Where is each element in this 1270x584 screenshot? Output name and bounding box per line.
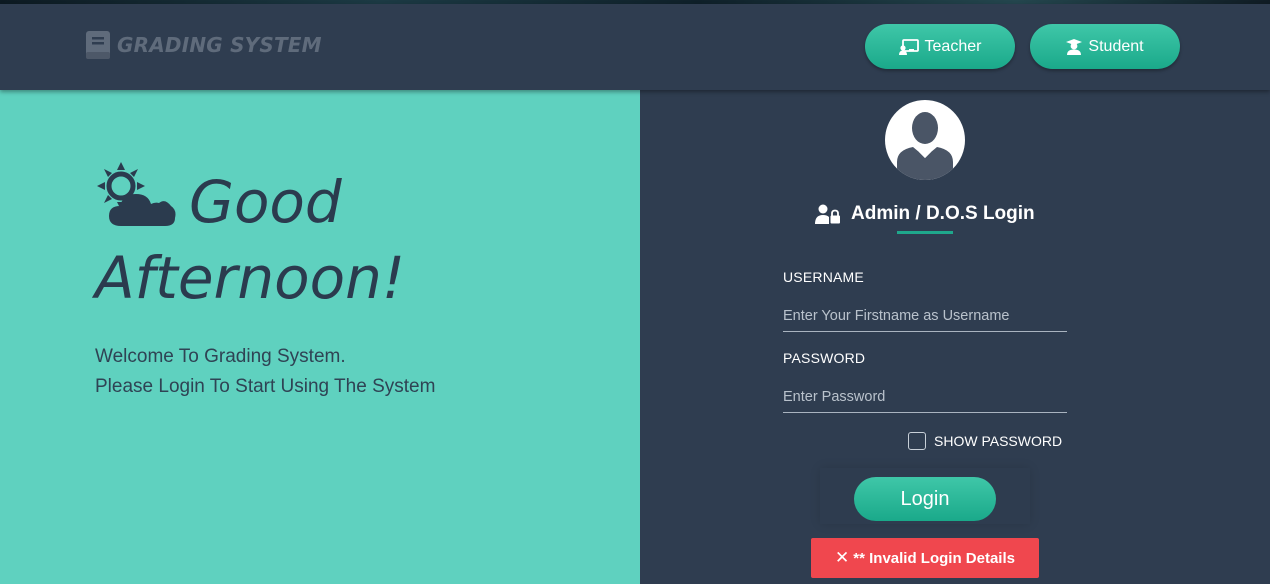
- brand-word-1: GRADING: [117, 33, 223, 57]
- user-silhouette-icon: [897, 112, 953, 180]
- student-button-label: Student: [1088, 37, 1144, 55]
- greeting-word-1: Good: [189, 168, 342, 236]
- close-x-icon: ✕: [835, 548, 850, 567]
- book-icon: [86, 31, 110, 59]
- username-label: USERNAME: [783, 269, 864, 285]
- username-input[interactable]: [783, 300, 1067, 332]
- graduate-icon: [1066, 38, 1083, 55]
- sun-cloud-icon: [97, 162, 176, 226]
- welcome-message: Welcome To Grading System. Please Login …: [95, 342, 435, 402]
- greeting-panel: Good Afternoon! Welcome To Grading Syste…: [0, 90, 640, 584]
- student-login-button[interactable]: Student: [1030, 24, 1180, 69]
- show-password-label: SHOW PASSWORD: [934, 433, 1063, 449]
- password-input[interactable]: [783, 381, 1067, 413]
- error-alert: ✕ ** Invalid Login Details: [811, 538, 1039, 578]
- login-panel: Admin / D.O.S Login USERNAME PASSWORD SH…: [640, 90, 1270, 584]
- welcome-line-2: Please Login To Start Using The System: [95, 376, 436, 397]
- chalkboard-teacher-icon: [898, 38, 919, 55]
- teacher-login-button[interactable]: Teacher: [865, 24, 1015, 69]
- show-password-toggle[interactable]: SHOW PASSWORD: [908, 432, 1062, 450]
- brand-name: GRADING SYSTEM: [117, 33, 322, 57]
- greeting-heading: Good Afternoon!: [95, 162, 565, 316]
- login-title-text: Admin / D.O.S Login: [851, 203, 1035, 224]
- welcome-line-1: Welcome To Grading System.: [95, 346, 346, 367]
- show-password-checkbox[interactable]: [908, 432, 926, 450]
- login-title: Admin / D.O.S Login: [815, 200, 1065, 228]
- password-label: PASSWORD: [783, 350, 866, 366]
- greeting-word-2: Afternoon!: [95, 244, 406, 312]
- top-navbar: GRADING SYSTEM Teacher Student: [0, 4, 1270, 90]
- user-avatar: [885, 100, 965, 180]
- brand-logo[interactable]: GRADING SYSTEM: [85, 30, 322, 60]
- title-underline: [897, 231, 953, 234]
- brand-word-2: SYSTEM: [230, 33, 322, 57]
- teacher-button-label: Teacher: [924, 37, 982, 55]
- login-button[interactable]: Login: [854, 477, 996, 521]
- login-button-container: Login: [820, 468, 1030, 524]
- user-lock-icon: [815, 204, 840, 224]
- error-message: ** Invalid Login Details: [853, 549, 1015, 567]
